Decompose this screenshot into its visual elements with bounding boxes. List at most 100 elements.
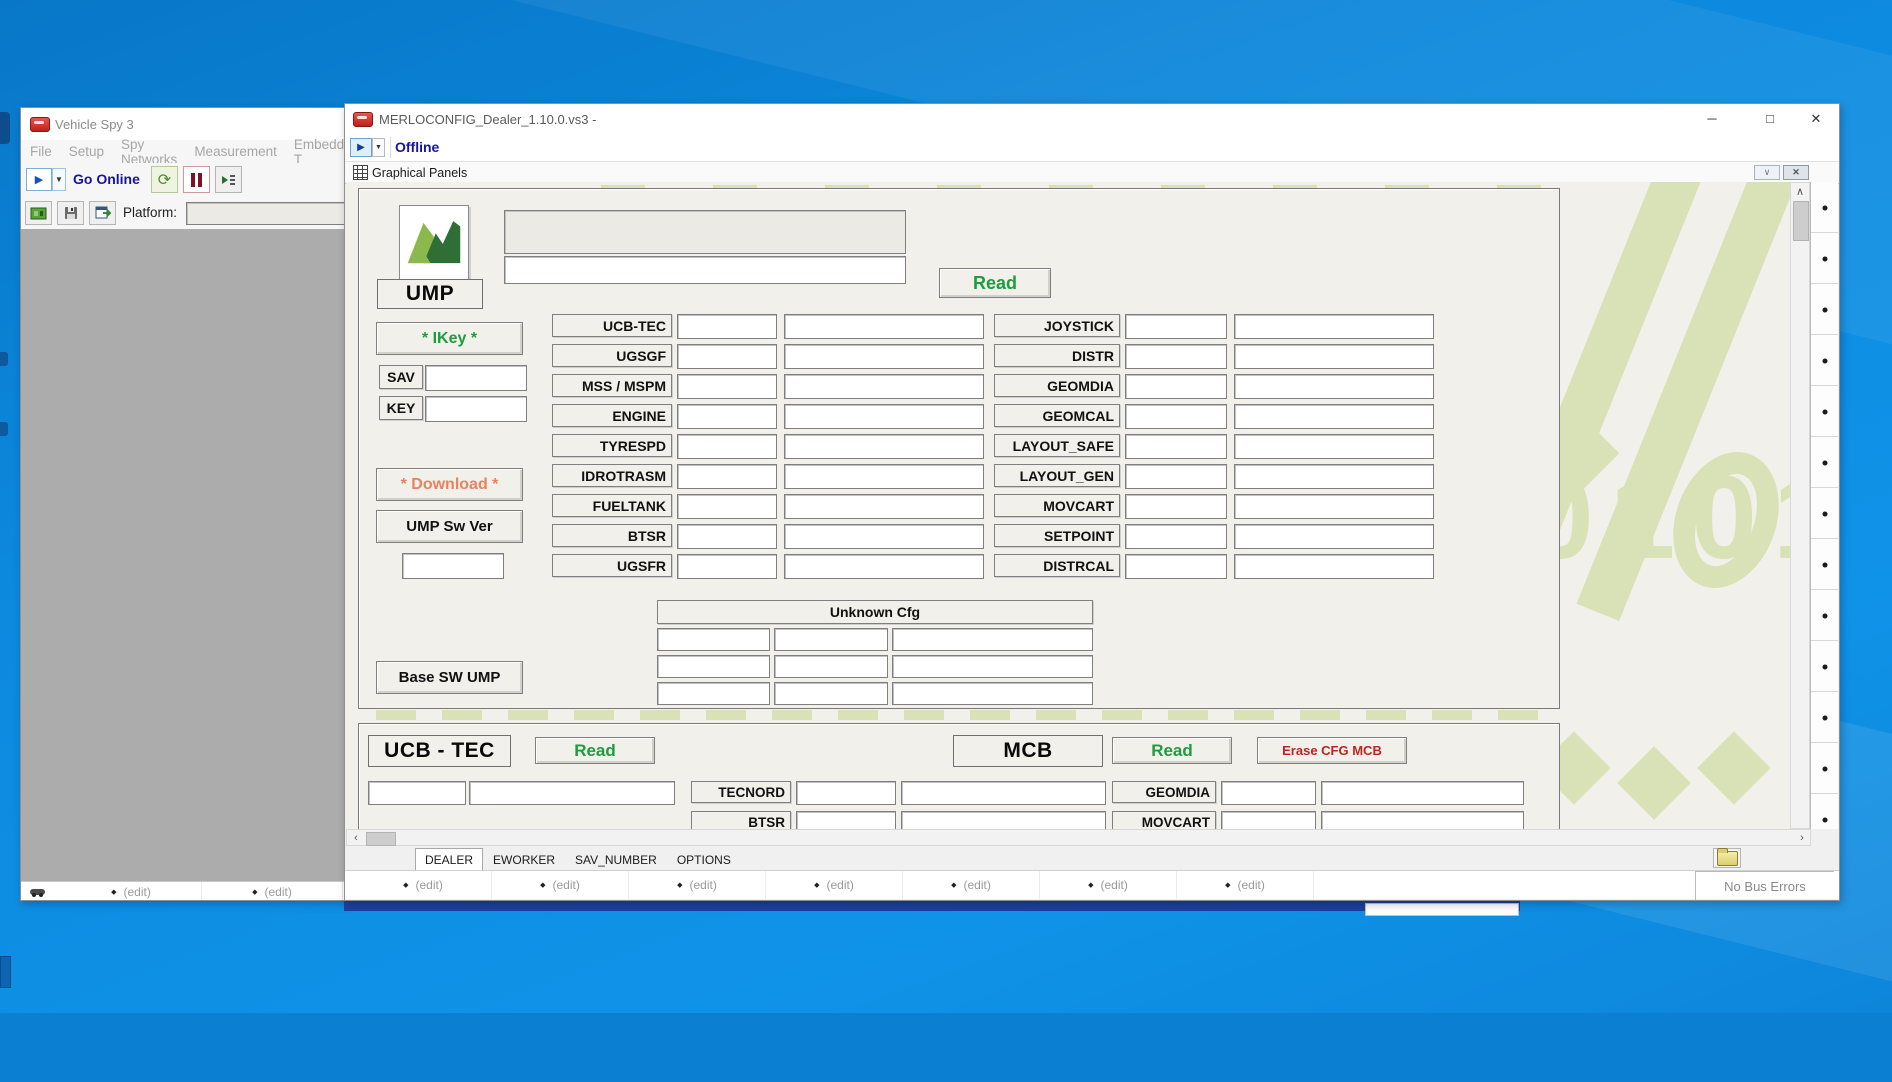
erase-cfg-mcb-button[interactable]: Erase CFG MCB <box>1257 737 1407 764</box>
unknown-cfg-cell[interactable] <box>892 655 1093 678</box>
config-value-field[interactable] <box>1125 494 1227 519</box>
config-desc-field[interactable] <box>1234 404 1434 429</box>
config-value-field[interactable] <box>1125 554 1227 579</box>
vs-go-online-play-button[interactable]: ▶ <box>26 168 52 191</box>
config-desc-field[interactable] <box>1234 434 1434 459</box>
config-value-field[interactable] <box>1125 344 1227 369</box>
scroll-up-arrow[interactable]: ∧ <box>1791 185 1809 198</box>
config-desc-field[interactable] <box>1321 781 1524 805</box>
scroll-left-arrow[interactable]: ‹ <box>349 832 363 844</box>
config-value-field[interactable] <box>677 404 777 429</box>
ump-sw-ver-field[interactable] <box>402 553 504 579</box>
ump-info-field-bottom[interactable] <box>504 256 906 284</box>
vs-menu-item[interactable]: Measurement <box>194 144 277 159</box>
config-desc-field[interactable] <box>784 344 984 369</box>
config-desc-field[interactable] <box>1234 314 1434 339</box>
base-sw-ump-button[interactable]: Base SW UMP <box>376 661 523 694</box>
vs-status-edit-item[interactable]: (edit) <box>202 882 343 901</box>
config-desc-field[interactable] <box>1234 554 1434 579</box>
merlo-titlebar[interactable]: MERLOCONFIG_Dealer_1.10.0.vs3 - ─ □ ✕ <box>345 104 1839 135</box>
merlo-tab[interactable]: DEALER <box>415 848 483 871</box>
vs-menu-item[interactable]: File <box>30 144 52 159</box>
config-desc-field[interactable] <box>784 554 984 579</box>
unknown-cfg-cell[interactable] <box>892 682 1093 705</box>
config-desc-field[interactable] <box>1234 374 1434 399</box>
vs-go-online-label[interactable]: Go Online <box>73 171 140 187</box>
config-desc-field[interactable] <box>901 781 1106 805</box>
ikey-button[interactable]: * IKey * <box>376 322 523 355</box>
config-value-field[interactable] <box>1125 314 1227 339</box>
vs-setup-button[interactable] <box>89 201 116 225</box>
vs-platform-input[interactable] <box>186 202 346 225</box>
merlo-play-dropdown-button[interactable]: ▼ <box>372 138 385 157</box>
unknown-cfg-cell[interactable] <box>657 682 770 705</box>
config-value-field[interactable] <box>677 434 777 459</box>
panel-collapse-button[interactable]: ∨ <box>1754 165 1780 180</box>
merlo-tab[interactable]: SAV_NUMBER <box>565 848 667 871</box>
vertical-scrollbar[interactable]: ∧ <box>1790 182 1810 829</box>
minimize-button[interactable]: ─ <box>1697 108 1727 130</box>
maximize-button[interactable]: □ <box>1755 108 1785 130</box>
close-button[interactable]: ✕ <box>1801 108 1831 130</box>
config-desc-field[interactable] <box>901 811 1106 829</box>
open-panel-button[interactable] <box>1713 848 1741 868</box>
vs-step-button[interactable] <box>215 166 242 193</box>
ump-read-button[interactable]: Read <box>939 268 1051 298</box>
vs-menu-item[interactable]: Embedded T <box>294 137 349 167</box>
status-edit-item[interactable]: (edit) <box>629 871 766 899</box>
ucb-desc-field[interactable] <box>469 781 675 805</box>
config-value-field[interactable] <box>677 464 777 489</box>
config-desc-field[interactable] <box>784 314 984 339</box>
status-edit-item[interactable]: (edit) <box>1040 871 1177 899</box>
status-edit-item[interactable]: (edit) <box>492 871 629 899</box>
config-value-field[interactable] <box>1221 781 1316 805</box>
status-edit-item[interactable]: (edit) <box>1177 871 1314 899</box>
config-value-field[interactable] <box>1221 811 1316 829</box>
merlo-go-online-play-button[interactable]: ▶ <box>350 138 372 157</box>
unknown-cfg-cell[interactable] <box>774 655 888 678</box>
config-value-field[interactable] <box>677 524 777 549</box>
merlo-tab[interactable]: EWORKER <box>483 848 565 871</box>
config-desc-field[interactable] <box>1234 464 1434 489</box>
config-value-field[interactable] <box>677 374 777 399</box>
config-value-field[interactable] <box>677 344 777 369</box>
config-value-field[interactable] <box>677 554 777 579</box>
config-desc-field[interactable] <box>1234 524 1434 549</box>
config-value-field[interactable] <box>1125 404 1227 429</box>
config-desc-field[interactable] <box>1234 494 1434 519</box>
vs-save-button[interactable] <box>57 201 84 225</box>
config-desc-field[interactable] <box>784 374 984 399</box>
ump-info-field-top[interactable] <box>504 210 906 254</box>
ucb-read-button[interactable]: Read <box>535 737 655 764</box>
ucb-value-field[interactable] <box>368 781 466 805</box>
download-button[interactable]: * Download * <box>376 468 523 501</box>
key-input[interactable] <box>425 396 527 422</box>
merlo-tab[interactable]: OPTIONS <box>667 848 741 871</box>
config-desc-field[interactable] <box>784 464 984 489</box>
ump-sw-ver-button[interactable]: UMP Sw Ver <box>376 510 523 543</box>
unknown-cfg-cell[interactable] <box>657 628 770 651</box>
config-desc-field[interactable] <box>784 434 984 459</box>
scroll-right-arrow[interactable]: › <box>1795 832 1809 844</box>
config-value-field[interactable] <box>677 494 777 519</box>
vs-network-button[interactable] <box>25 201 52 225</box>
config-value-field[interactable] <box>1125 434 1227 459</box>
config-desc-field[interactable] <box>784 524 984 549</box>
vs-play-dropdown-button[interactable]: ▼ <box>52 168 66 191</box>
horizontal-scrollbar[interactable]: ‹ › <box>346 829 1811 846</box>
config-value-field[interactable] <box>796 811 896 829</box>
unknown-cfg-cell[interactable] <box>892 628 1093 651</box>
config-desc-field[interactable] <box>784 404 984 429</box>
config-value-field[interactable] <box>1125 524 1227 549</box>
config-value-field[interactable] <box>1125 464 1227 489</box>
config-desc-field[interactable] <box>1234 344 1434 369</box>
unknown-cfg-cell[interactable] <box>774 628 888 651</box>
sav-input[interactable] <box>425 365 527 391</box>
config-value-field[interactable] <box>677 314 777 339</box>
unknown-cfg-cell[interactable] <box>774 682 888 705</box>
vs-menu-item[interactable]: Setup <box>69 144 104 159</box>
status-edit-item[interactable]: (edit) <box>766 871 903 899</box>
unknown-cfg-cell[interactable] <box>657 655 770 678</box>
vs-refresh-button[interactable]: ⟳ <box>151 166 178 193</box>
config-value-field[interactable] <box>796 781 896 805</box>
